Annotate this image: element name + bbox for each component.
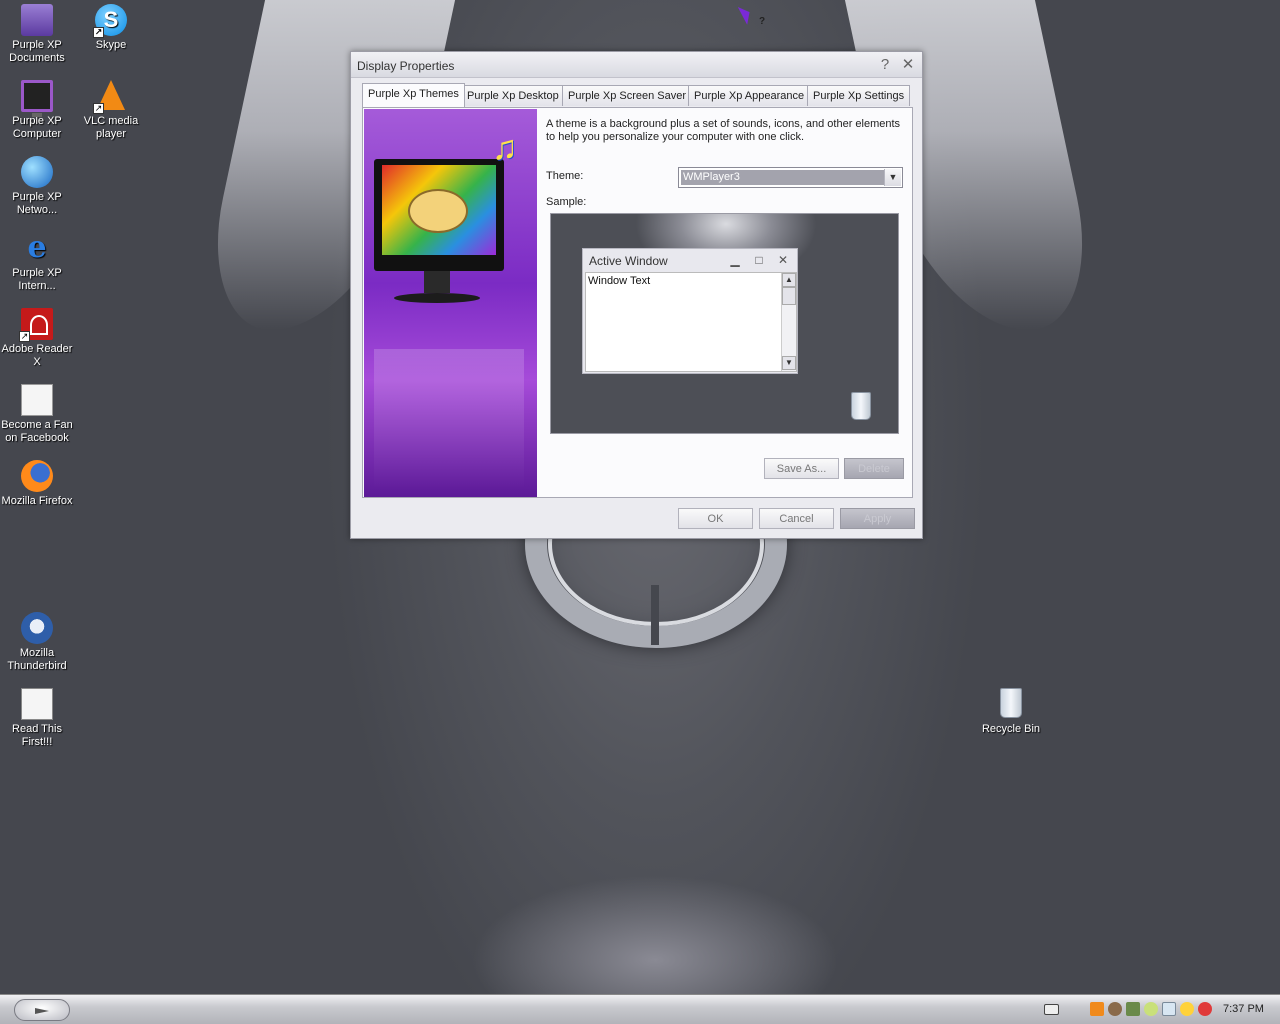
help-button[interactable]: ?: [876, 56, 894, 74]
sample-window-title: Active Window: [589, 254, 668, 268]
desktop-icon-documents[interactable]: Purple XP Documents: [0, 4, 74, 65]
network-icon[interactable]: [1144, 1002, 1158, 1016]
help-cursor-question-icon: ?: [759, 16, 766, 27]
theme-sample-preview: Active Window ▁ □ ✕ Window Text ▲ ▼: [550, 213, 899, 434]
save-as-button[interactable]: Save As...: [764, 458, 839, 479]
desktop-icon-adobe-reader[interactable]: ↗ Adobe Reader X: [0, 308, 74, 369]
bin-body-shape: [1000, 688, 1022, 718]
desktop-icon-facebook[interactable]: Become a Fan on Facebook: [0, 384, 74, 445]
desktop-icon-label: Skype: [95, 39, 127, 51]
themes-tab-panel: ♫ A theme is a background plus a set of …: [362, 107, 913, 498]
minimize-icon: ▁: [730, 253, 740, 267]
taskbar: 7:37 PM: [0, 994, 1280, 1024]
internet-explorer-icon: e: [27, 230, 47, 265]
paint-palette-icon: [408, 189, 468, 233]
close-icon: ✕: [777, 253, 789, 267]
people-icon[interactable]: [1108, 1002, 1122, 1016]
desktop-icon-label: VLC media player: [83, 115, 139, 140]
desktop-icon-label: Adobe Reader X: [1, 343, 73, 368]
tab-appearance[interactable]: Purple Xp Appearance: [688, 85, 811, 106]
scroll-thumb: [782, 287, 796, 305]
recycle-bin-icon: [995, 688, 1027, 720]
documents-icon: [21, 4, 53, 36]
scroll-down-icon: ▼: [782, 356, 796, 370]
desktop-icon-label: Recycle Bin: [981, 723, 1041, 735]
theme-label: Theme:: [546, 170, 584, 182]
maximize-icon: □: [755, 253, 763, 267]
desktop-icon-label: Mozilla Thunderbird: [7, 647, 67, 672]
display-properties-dialog: Display Properties ? ✕ Purple Xp Themes …: [350, 51, 923, 539]
art-monitor-shape: [374, 159, 504, 271]
vlc-icon: ↗: [93, 80, 127, 114]
desktop-icon-label: Purple XP Intern...: [12, 267, 62, 292]
delete-button[interactable]: Delete: [844, 458, 904, 479]
network-icon: [21, 156, 53, 188]
shortcut-arrow-icon: ↗: [93, 27, 104, 38]
desktop-icon-label: Read This First!!!: [12, 723, 62, 748]
art-screen-shape: [382, 165, 496, 255]
shortcut-arrow-icon: ↗: [19, 331, 30, 342]
desktop-icon-readme[interactable]: Read This First!!!: [0, 688, 74, 749]
desktop-icon-computer[interactable]: Purple XP Computer: [0, 80, 74, 141]
themes-artwork: ♫: [364, 109, 537, 497]
tab-settings[interactable]: Purple Xp Settings: [807, 85, 911, 106]
smiley-icon[interactable]: [1180, 1002, 1194, 1016]
desktop-icon-internet[interactable]: e Purple XP Intern...: [0, 232, 74, 293]
theme-dropdown[interactable]: WMPlayer3 ▼: [678, 167, 903, 188]
sample-label: Sample:: [546, 196, 587, 208]
art-monitor-base: [394, 293, 480, 303]
recycle-bin-icon: [851, 392, 871, 420]
art-reflection: [374, 349, 524, 489]
readme-icon: [21, 688, 53, 720]
music-note-icon: ♫: [492, 129, 518, 167]
chat-icon[interactable]: [1162, 1002, 1176, 1016]
theme-description: A theme is a background plus a set of so…: [546, 118, 901, 143]
tab-desktop[interactable]: Purple Xp Desktop: [461, 85, 565, 106]
dialog-title: Display Properties: [357, 59, 455, 73]
keyboard-icon[interactable]: [1044, 1004, 1059, 1015]
app-icon[interactable]: [1090, 1002, 1104, 1016]
sample-scrollbar: ▲ ▼: [781, 273, 796, 371]
taskbar-clock[interactable]: 7:37 PM: [1223, 1003, 1264, 1015]
desktop-icon-label: Mozilla Firefox: [1, 495, 73, 507]
sample-window-text: Window Text: [588, 275, 651, 287]
cancel-button[interactable]: Cancel: [759, 508, 834, 529]
adobe-reader-icon: ↗: [19, 308, 53, 342]
thunderbird-icon: [21, 612, 53, 644]
document-icon: [21, 384, 53, 416]
shortcut-arrow-icon: ↗: [93, 103, 104, 114]
chevron-down-icon[interactable]: ▼: [884, 169, 901, 186]
desktop-icon-label: Purple XP Computer: [12, 115, 62, 140]
desktop-icon-label: Purple XP Documents: [9, 39, 65, 64]
desktop-icon-vlc[interactable]: ↗ VLC media player: [74, 80, 148, 141]
sample-active-window: Active Window ▁ □ ✕ Window Text ▲ ▼: [582, 248, 798, 374]
apply-button[interactable]: Apply: [840, 508, 915, 529]
close-button[interactable]: ✕: [899, 56, 917, 74]
security-icon[interactable]: [1198, 1002, 1212, 1016]
mouse-cursor-icon: [737, 3, 755, 25]
wallpaper-ring-gap: [651, 585, 659, 645]
desktop-icon-thunderbird[interactable]: Mozilla Thunderbird: [0, 612, 74, 673]
desktop-icon-network[interactable]: Purple XP Netwo...: [0, 156, 74, 217]
desktop-icon-label: Purple XP Netwo...: [12, 191, 62, 216]
tool-icon[interactable]: [1126, 1002, 1140, 1016]
art-monitor-stand: [424, 271, 450, 293]
desktop-icon-label: Become a Fan on Facebook: [1, 419, 73, 444]
desktop-icon-recycle-bin[interactable]: Recycle Bin: [974, 688, 1048, 736]
theme-dropdown-value: WMPlayer3: [681, 170, 885, 185]
scroll-up-icon: ▲: [782, 273, 796, 287]
tab-themes[interactable]: Purple Xp Themes: [362, 83, 465, 107]
skype-icon: S ↗: [93, 4, 127, 38]
computer-icon: [21, 80, 53, 117]
start-button[interactable]: [14, 999, 70, 1021]
firefox-icon: [21, 460, 53, 492]
dialog-titlebar[interactable]: Display Properties ? ✕: [351, 52, 922, 78]
ok-button[interactable]: OK: [678, 508, 753, 529]
desktop-icon-skype[interactable]: S ↗ Skype: [74, 4, 148, 52]
sample-window-body: Window Text ▲ ▼: [585, 272, 797, 372]
desktop-icon-firefox[interactable]: Mozilla Firefox: [0, 460, 74, 508]
tab-screen-saver[interactable]: Purple Xp Screen Saver: [562, 85, 693, 106]
